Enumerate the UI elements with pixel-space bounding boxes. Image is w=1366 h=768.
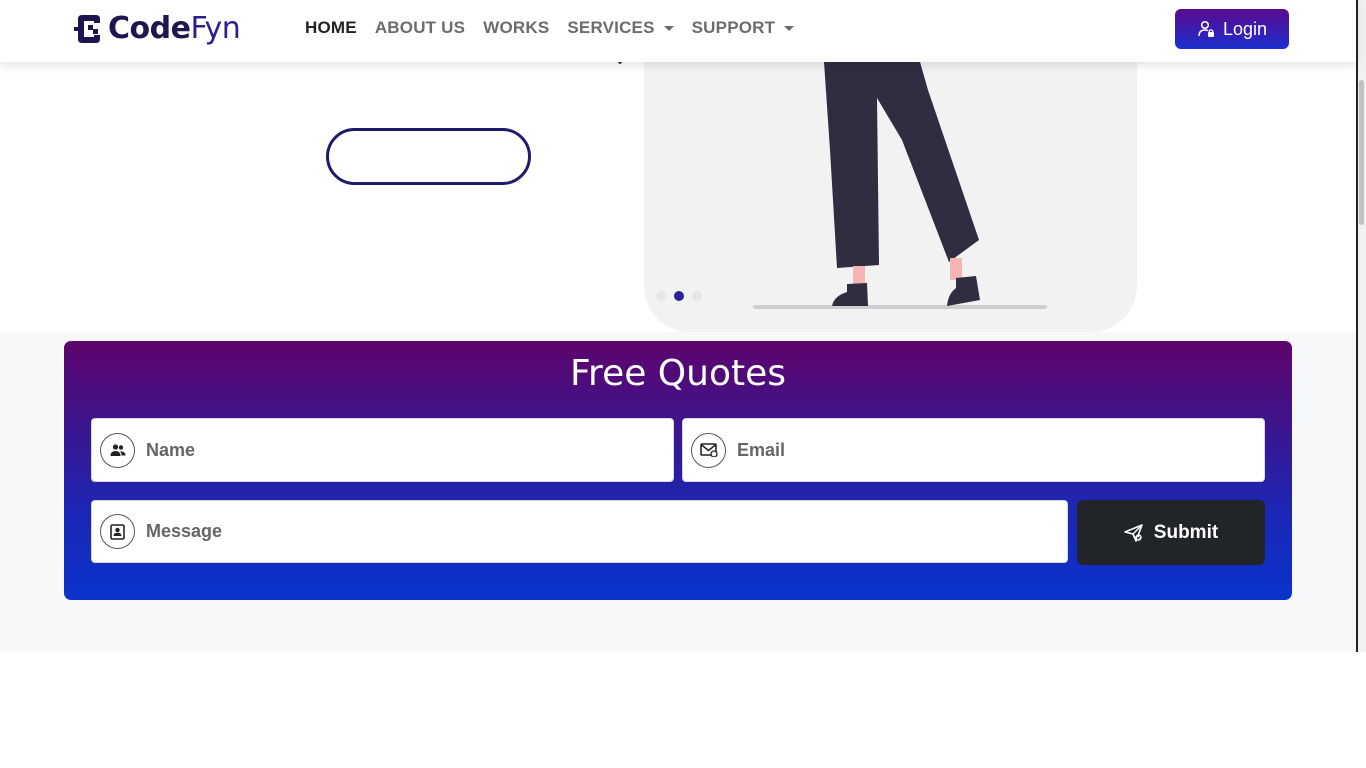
nav-support-dropdown[interactable]: SUPPORT (692, 18, 795, 38)
message-input[interactable] (146, 521, 1067, 542)
codefyn-logo-icon (74, 14, 100, 43)
nav-about-us[interactable]: ABOUT US (375, 18, 465, 38)
message-field[interactable] (91, 500, 1068, 563)
carousel-dot-3[interactable] (692, 291, 702, 301)
nav-support-label: SUPPORT (691, 18, 776, 37)
name-field[interactable] (91, 418, 674, 482)
nav-menu: HOME ABOUT US WORKS SERVICES SUPPORT (305, 18, 795, 38)
send-icon (1123, 523, 1143, 542)
caret-down-icon (784, 25, 795, 31)
brand-name-part1: Code (108, 11, 191, 46)
name-input[interactable] (146, 439, 673, 461)
nav-works[interactable]: WORKS (483, 18, 549, 38)
email-input[interactable] (737, 439, 1264, 461)
nav-works-label: WORKS (483, 18, 550, 37)
nav-home[interactable]: HOME (305, 18, 357, 38)
brand-name: CodeFyn (108, 11, 241, 46)
caret-down-icon (663, 25, 674, 31)
id-card-icon (100, 514, 135, 549)
carousel-dot-2[interactable] (674, 291, 684, 301)
email-field[interactable] (682, 418, 1265, 482)
user-lock-icon (1198, 20, 1214, 37)
quote-section: Free Quotes Name Email Message Submit (0, 332, 1356, 652)
scrollbar-thumb[interactable] (1359, 80, 1364, 225)
nav-about-label: ABOUT US (374, 18, 466, 37)
user-group-icon (100, 432, 135, 468)
navbar: CodeFyn HOME ABOUT US WORKS SERVICES SUP… (0, 0, 1356, 62)
login-button[interactable]: Login (1175, 9, 1289, 49)
submit-button[interactable]: Submit (1077, 500, 1265, 565)
page: CodeFyn HOME ABOUT US WORKS SERVICES SUP… (0, 0, 1366, 768)
brand-name-part2: Fyn (190, 11, 241, 46)
carousel-dot-1[interactable] (656, 291, 666, 301)
nav-services-dropdown[interactable]: SERVICES (567, 18, 674, 38)
window-edge (1356, 0, 1358, 652)
carousel-indicators (656, 291, 702, 301)
envelope-icon (691, 432, 726, 468)
quote-form-card: Free Quotes Name Email Message Submit (64, 341, 1292, 600)
quote-title: Free Quotes (569, 353, 787, 394)
submit-label: Submit (1153, 521, 1219, 543)
logo[interactable]: CodeFyn (74, 11, 241, 46)
hero-cta-button[interactable] (326, 128, 531, 185)
nav-home-label: HOME (305, 18, 357, 37)
nav-services-label: SERVICES (567, 18, 655, 37)
login-label: Login (1222, 18, 1268, 39)
